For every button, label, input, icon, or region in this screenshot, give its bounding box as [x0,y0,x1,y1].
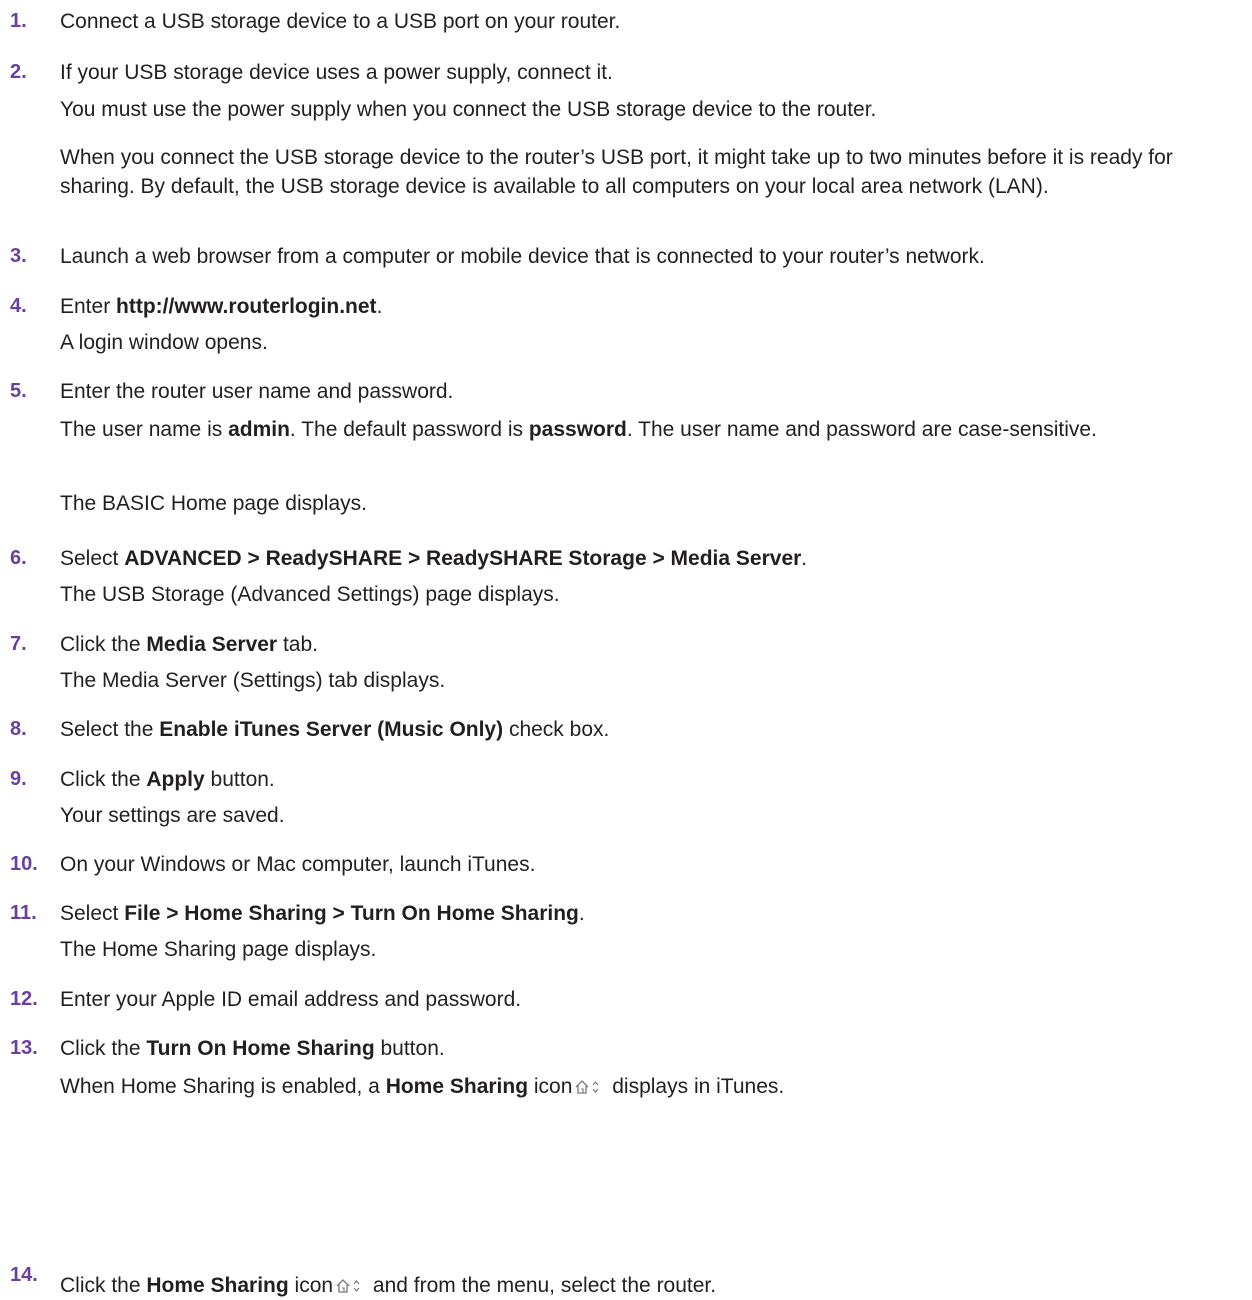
home-sharing-icon [574,1079,604,1095]
button-name: Turn On Home Sharing [146,1037,375,1060]
home-sharing-icon [335,1278,365,1294]
step-number: 10. [10,853,38,875]
step-note: The BASIC Home page displays. [60,492,367,515]
checkbox-name: Enable iTunes Server (Music Only) [159,718,504,741]
step-note: When Home Sharing is enabled, a Home Sha… [60,1075,785,1098]
menu-path: ADVANCED > ReadySHARE > ReadySHARE Stora… [124,547,802,570]
url-text: http://www.routerlogin.net [116,295,377,318]
step-text: Launch a web browser from a computer or … [60,245,985,268]
step-number: 14. [10,1264,38,1286]
step-text: Click the Media Server tab. [60,633,318,656]
step-text: Select the Enable iTunes Server (Music O… [60,718,610,741]
step-number: 8. [10,718,27,740]
default-password: password [528,418,627,441]
menu-path: File > Home Sharing > Turn On Home Shari… [124,902,579,925]
step-note: You must use the power supply when you c… [60,98,877,121]
step-note: The USB Storage (Advanced Settings) page… [60,583,560,606]
step-text: Enter http://www.routerlogin.net. [60,295,383,318]
step-number: 13. [10,1037,38,1059]
step-number: 2. [10,61,27,83]
step-note: The Home Sharing page displays. [60,938,377,961]
step-text: Click the Apply button. [60,768,275,791]
step-text: On your Windows or Mac computer, launch … [60,853,536,876]
step-text: Enter your Apple ID email address and pa… [60,988,522,1011]
step-text: Click the Home Sharing icon and from the… [60,1274,717,1297]
button-name: Apply [146,768,205,791]
step-number: 4. [10,295,27,317]
step-number: 7. [10,633,27,655]
step-text: Enter the router user name and password. [60,380,454,403]
step-text: Connect a USB storage device to a USB po… [60,10,621,33]
step-number: 1. [10,10,27,32]
step-number: 6. [10,547,27,569]
step-note: The user name is admin. The default pass… [60,418,1097,441]
step-text: Select File > Home Sharing > Turn On Hom… [60,902,585,925]
step-number: 5. [10,380,27,402]
step-number: 3. [10,245,27,267]
step-text: If your USB storage device uses a power … [60,61,613,84]
step-number: 11. [10,902,37,924]
step-note: The Media Server (Settings) tab displays… [60,669,446,692]
step-number: 12. [10,988,38,1010]
tab-name: Media Server [146,633,278,656]
step-note: Your settings are saved. [60,804,285,827]
step-note: A login window opens. [60,331,268,354]
step-text: Click the Turn On Home Sharing button. [60,1037,445,1060]
step-text: Select ADVANCED > ReadySHARE > ReadySHAR… [60,547,808,570]
step-number: 9. [10,768,27,790]
user-name: admin [228,418,290,441]
step-note: When you connect the USB storage device … [60,146,1173,198]
